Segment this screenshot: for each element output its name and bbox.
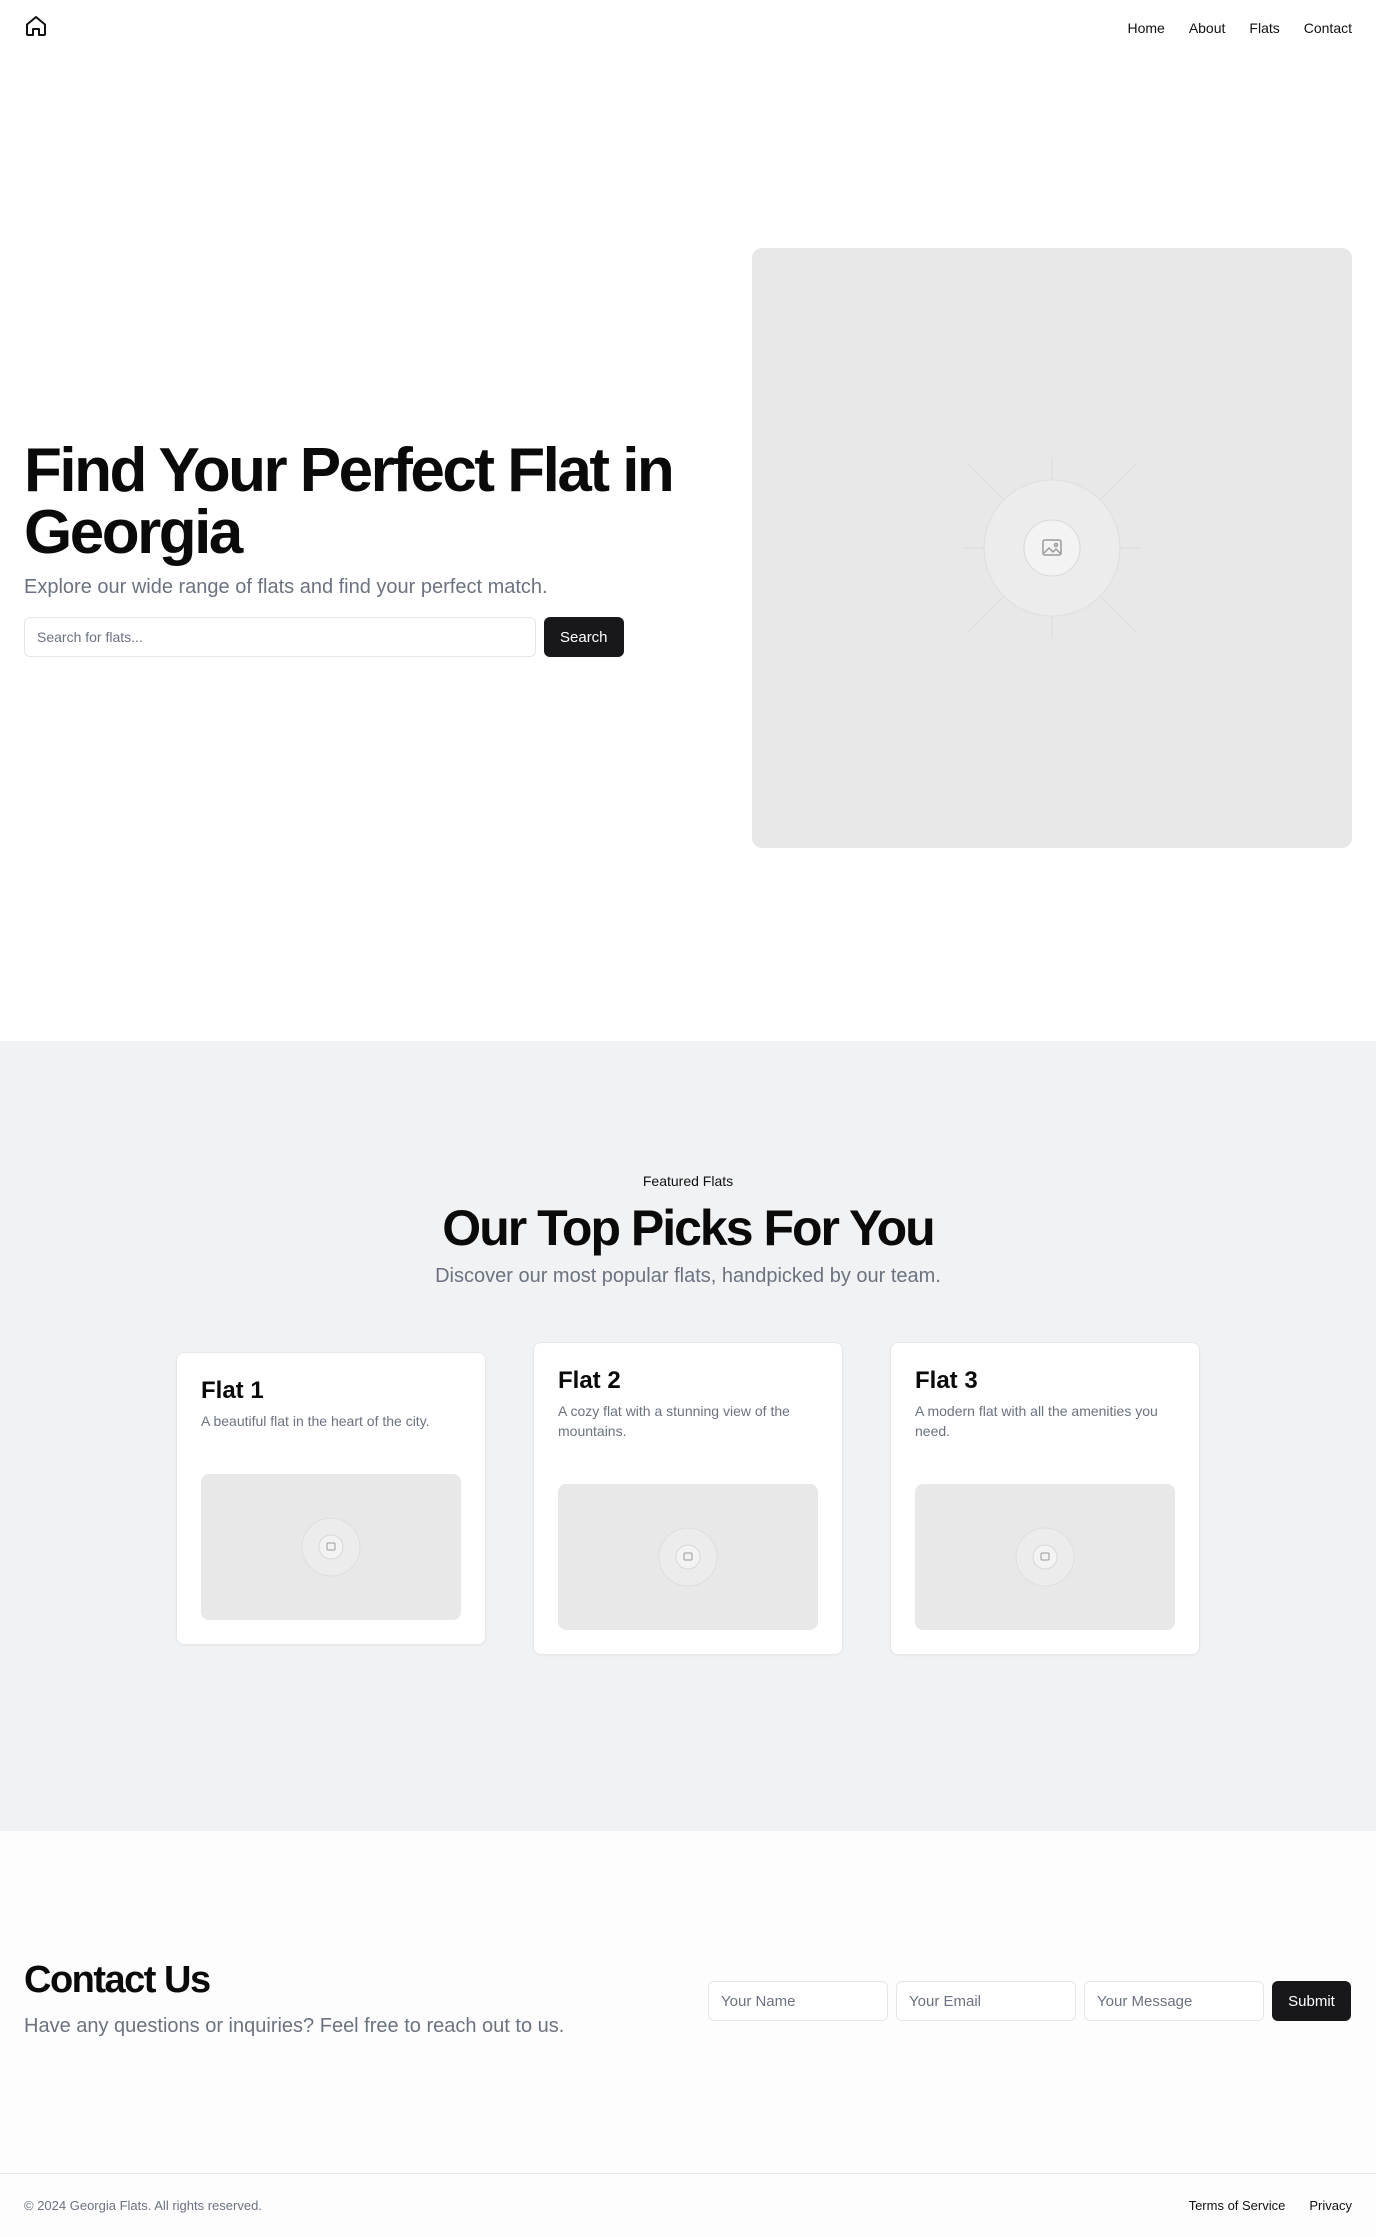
logo-link[interactable] <box>24 14 48 43</box>
image-placeholder-icon <box>658 1527 718 1587</box>
nav-home[interactable]: Home <box>1127 20 1164 36</box>
submit-button[interactable]: Submit <box>1272 1981 1351 2021</box>
card-title: Flat 1 <box>201 1377 264 1404</box>
card-description: A cozy flat with a stunning view of the … <box>558 1403 790 1439</box>
image-placeholder-icon <box>1015 1527 1075 1587</box>
flat-card-3[interactable]: Flat 3 A modern flat with all the amenit… <box>890 1342 1200 1655</box>
card-title: Flat 3 <box>915 1367 978 1394</box>
hero-title: Find Your Perfect Flat in Georgia <box>24 436 675 567</box>
featured-subtitle: Discover our most popular flats, handpic… <box>435 1265 941 1287</box>
nav-about[interactable]: About <box>1189 20 1226 36</box>
hero-image <box>752 248 1352 848</box>
image-placeholder-icon <box>301 1517 361 1577</box>
message-field[interactable] <box>1084 1981 1264 2021</box>
email-field[interactable] <box>896 1981 1076 2021</box>
search-button[interactable]: Search <box>544 617 624 657</box>
card-image <box>915 1484 1175 1630</box>
site-header: Home About Flats Contact <box>0 0 1376 56</box>
contact-section: Contact Us Have any questions or inquiri… <box>0 1831 1376 2173</box>
site-footer: © 2024 Georgia Flats. All rights reserve… <box>0 2173 1376 2237</box>
card-description: A modern flat with all the amenities you… <box>915 1403 1158 1439</box>
featured-kicker: Featured Flats <box>642 1173 734 1189</box>
card-image <box>201 1474 461 1620</box>
search-bar: Search <box>24 617 684 657</box>
name-field[interactable] <box>708 1981 888 2021</box>
contact-title: Contact Us <box>24 1959 211 2001</box>
contact-subtitle: Have any questions or inquiries? Feel fr… <box>24 2015 565 2037</box>
flat-card-1[interactable]: Flat 1 A beautiful flat in the heart of … <box>176 1352 486 1645</box>
hero-section: Find Your Perfect Flat in Georgia Explor… <box>0 56 1376 1041</box>
search-input[interactable] <box>24 617 536 657</box>
featured-title: Our Top Picks For You <box>442 1200 935 1256</box>
card-description: A beautiful flat in the heart of the cit… <box>201 1413 430 1429</box>
featured-section: Featured Flats Our Top Picks For You Dis… <box>0 1041 1376 1831</box>
terms-link[interactable]: Terms of Service <box>1189 2198 1286 2213</box>
nav-contact[interactable]: Contact <box>1304 20 1352 36</box>
contact-form: Submit <box>708 1981 1351 2021</box>
footer-nav: Terms of Service Privacy <box>1189 2198 1352 2213</box>
home-icon <box>26 15 46 36</box>
hero-subtitle: Explore our wide range of flats and find… <box>24 576 548 598</box>
main-nav: Home About Flats Contact <box>1127 20 1352 36</box>
card-title: Flat 2 <box>558 1367 621 1394</box>
privacy-link[interactable]: Privacy <box>1309 2198 1352 2213</box>
card-image <box>558 1484 818 1630</box>
copyright-text: © 2024 Georgia Flats. All rights reserve… <box>24 2198 262 2213</box>
hero-content: Find Your Perfect Flat in Georgia Explor… <box>24 440 684 657</box>
flat-card-2[interactable]: Flat 2 A cozy flat with a stunning view … <box>533 1342 843 1655</box>
nav-flats[interactable]: Flats <box>1249 20 1279 36</box>
image-placeholder-icon <box>962 458 1142 638</box>
